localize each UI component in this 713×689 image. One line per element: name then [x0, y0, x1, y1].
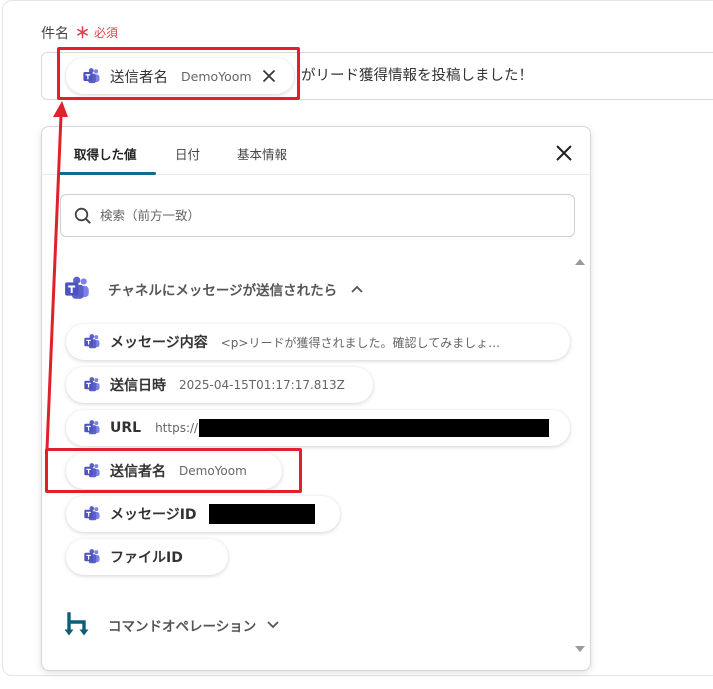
- annotation-arrow: [45, 101, 68, 450]
